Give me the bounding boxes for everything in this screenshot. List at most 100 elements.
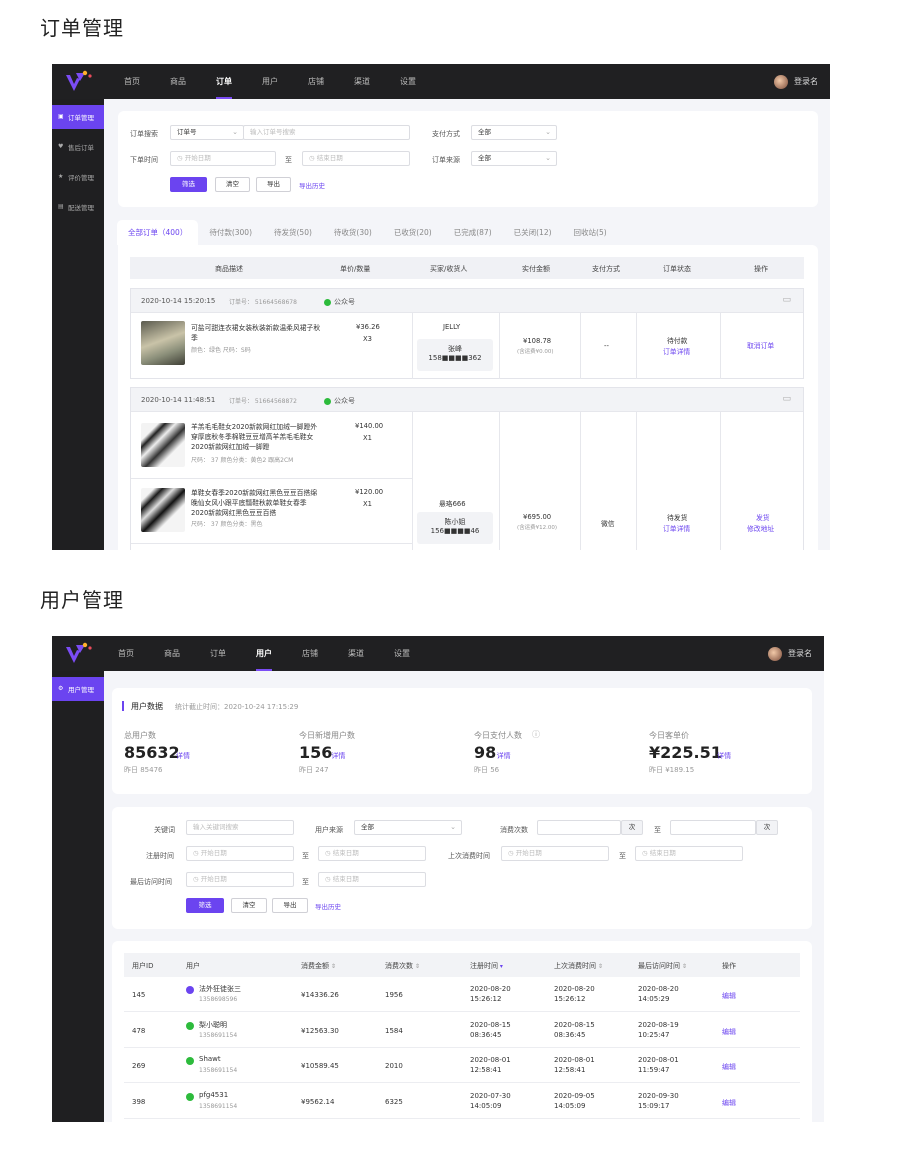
nav-item[interactable]: 首页 [118, 636, 134, 671]
divider [499, 313, 500, 379]
order-tab[interactable]: 全部订单（400） [117, 220, 199, 245]
source-label: 订单来源 [432, 156, 460, 164]
last-buy-end-input[interactable]: ◷ 结束日期 [635, 846, 743, 861]
table-row: 145 法外狂徒张三 1358698596 ¥14336.26 1956 2020-08-… [124, 977, 800, 1012]
user-name[interactable]: 梨小聪明 [199, 1020, 227, 1030]
sort-icon[interactable]: ⇕ [413, 963, 420, 970]
calendar-icon: ◷ [193, 875, 201, 883]
nav-item[interactable]: 商品 [164, 636, 180, 671]
order-tab[interactable]: 已收货(20) [383, 220, 443, 245]
order-detail-link[interactable]: 订单详情 [663, 346, 690, 356]
nav-item[interactable]: 店铺 [308, 64, 324, 99]
keyword-input[interactable]: 输入关键词搜索 [186, 820, 294, 835]
order-tab[interactable]: 已完成(87) [443, 220, 503, 245]
product-name[interactable]: 可盐可甜连衣裙女装秋装新款温柔风裙子秋季 [191, 323, 321, 343]
order-tab[interactable]: 待付款(300) [198, 220, 263, 245]
user-name[interactable]: 法外狂徒张三 [199, 984, 241, 994]
nav-item[interactable]: 首页 [124, 64, 140, 99]
nav-item[interactable]: 订单 [210, 636, 226, 671]
last-visit-start-input[interactable]: ◷ 开始日期 [186, 872, 294, 887]
avatar[interactable] [774, 74, 788, 89]
nav-item[interactable]: 店铺 [302, 636, 318, 671]
order-source-select[interactable]: 全部 ⌄ [471, 151, 557, 166]
order-tab[interactable]: 待收货(30) [323, 220, 383, 245]
clear-button[interactable]: 清空 [231, 898, 267, 913]
column-header: 支付方式 [592, 265, 620, 273]
user-name[interactable]: Shawt [199, 1055, 221, 1063]
sort-icon[interactable]: ⇕ [596, 963, 603, 970]
clear-button[interactable]: 清空 [215, 177, 250, 192]
reg-start-input[interactable]: ◷ 开始日期 [186, 846, 294, 861]
ship-link[interactable]: 发货 [756, 512, 770, 522]
stat-detail-link[interactable]: 详情 [176, 751, 190, 761]
user-name[interactable]: pfg4531 [199, 1091, 228, 1099]
edit-link[interactable]: 编辑 [722, 1062, 736, 1072]
filter-button[interactable]: 筛选 [186, 898, 224, 913]
nav-item[interactable]: 用户 [256, 636, 272, 671]
nav-item[interactable]: 渠道 [348, 636, 364, 671]
sort-icon[interactable]: ▾ [498, 963, 503, 970]
nav-item[interactable]: 订单 [216, 64, 232, 99]
reg-end-input[interactable]: ◷ 结束日期 [318, 846, 426, 861]
last-buy-start-input[interactable]: ◷ 开始日期 [501, 846, 609, 861]
stat-detail-link[interactable]: 详情 [497, 751, 511, 761]
sidebar-item[interactable]: ▣ 订单管理 [52, 105, 104, 129]
order-tabs: 全部订单（400） 待付款(300) 待发货(50) 待收货(30) 已收货(20) 已完… [117, 220, 618, 245]
product-image[interactable] [141, 423, 185, 467]
order-search-input[interactable]: 输入订单号搜索 [243, 125, 410, 140]
pay-method-select[interactable]: 全部 ⌄ [471, 125, 557, 140]
sidebar-item[interactable]: ▤ 配送管理 [52, 195, 104, 219]
user-menu[interactable]: 登录名 [774, 64, 818, 99]
user-source-select[interactable]: 全部 ⌄ [354, 820, 462, 835]
nav-item[interactable]: 用户 [262, 64, 278, 99]
export-button[interactable]: 导出 [272, 898, 308, 913]
export-button[interactable]: 导出 [256, 177, 291, 192]
stat-detail-link[interactable]: 详情 [717, 751, 731, 761]
cancel-order-link[interactable]: 取消订单 [747, 340, 774, 350]
column-header: 最后访问时间 ⇕ [638, 961, 687, 971]
user-name[interactable]: 登录名 [794, 76, 818, 87]
nav-item[interactable]: 设置 [394, 636, 410, 671]
order-tab[interactable]: 回收站(5) [563, 220, 618, 245]
order-tab[interactable]: 已关闭(12) [503, 220, 563, 245]
count-max-input[interactable] [670, 820, 756, 835]
last-visit-end-input[interactable]: ◷ 结束日期 [318, 872, 426, 887]
order-detail-link[interactable]: 订单详情 [663, 523, 690, 533]
nav-item[interactable]: 设置 [400, 64, 416, 99]
time-label: 下单时间 [130, 156, 158, 164]
edit-link[interactable]: 编辑 [722, 991, 736, 1001]
last-buy-time: 12:58:41 [554, 1066, 586, 1074]
start-date-input[interactable]: ◷ 开始日期 [170, 151, 276, 166]
nav-item[interactable]: 渠道 [354, 64, 370, 99]
sidebar-item-icon: ★ [58, 173, 64, 180]
message-icon[interactable]: ▭ [782, 394, 791, 404]
sidebar-item[interactable]: ♥ 售后订单 [52, 135, 104, 159]
message-icon[interactable]: ▭ [782, 295, 791, 305]
avatar[interactable] [768, 646, 782, 661]
export-history-link[interactable]: 导出历史 [299, 180, 325, 190]
info-icon[interactable]: ⓘ [532, 729, 540, 740]
search-type-select[interactable]: 订单号 ⌄ [170, 125, 244, 140]
sidebar-item[interactable]: ★ 评价管理 [52, 165, 104, 189]
last-buy-date: 2020-08-15 [554, 1020, 595, 1029]
product-name[interactable]: 羊羔毛毛鞋女2020新款网红加绒一脚蹬外穿厚底秋冬季棉鞋豆豆增高羊羔毛毛鞋女20… [191, 422, 323, 452]
order-tab[interactable]: 待发货(50) [263, 220, 323, 245]
stat-detail-link[interactable]: 详情 [331, 751, 345, 761]
edit-link[interactable]: 编辑 [722, 1027, 736, 1037]
sort-icon[interactable]: ⇕ [329, 963, 336, 970]
product-name[interactable]: 单鞋女春季2020新款网红黑色豆豆百搭绵晚仙女风小跟平底瓢鞋秋款单鞋女春季202… [191, 488, 323, 518]
end-date-input[interactable]: ◷ 结束日期 [302, 151, 410, 166]
filter-button[interactable]: 筛选 [170, 177, 207, 192]
edit-address-link[interactable]: 修改地址 [747, 523, 774, 533]
edit-link[interactable]: 编辑 [722, 1098, 736, 1108]
sort-icon[interactable]: ⇕ [680, 963, 687, 970]
product-image[interactable] [141, 488, 185, 532]
export-history-link[interactable]: 导出历史 [315, 901, 341, 911]
sidebar-item[interactable]: ⚙ 用户管理 [52, 677, 104, 701]
nav-item[interactable]: 商品 [170, 64, 186, 99]
user-name[interactable]: 登录名 [788, 648, 812, 659]
count-min-input[interactable] [537, 820, 621, 835]
product-image[interactable] [141, 321, 185, 365]
user-menu[interactable]: 登录名 [768, 636, 812, 671]
last-visit-time: 10:25:47 [638, 1030, 670, 1039]
